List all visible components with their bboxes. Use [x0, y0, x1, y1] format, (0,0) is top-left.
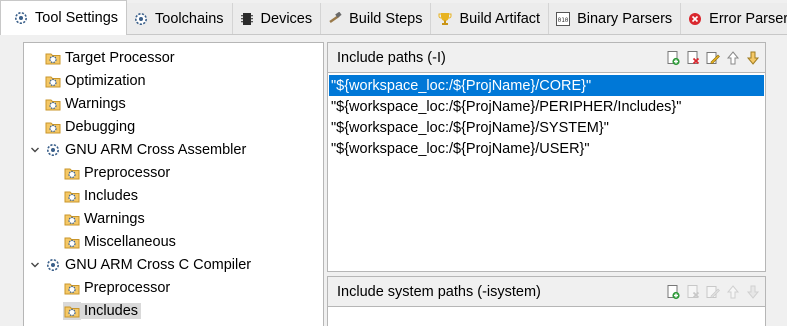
add-icon[interactable] [665, 50, 681, 66]
tree-item-asm-includes[interactable]: Includes [63, 185, 138, 207]
settings-folder-icon [63, 279, 81, 297]
tree-item-label: Warnings [84, 211, 145, 227]
delete-icon[interactable] [685, 284, 701, 300]
tree-item-c-includes[interactable]: Includes [63, 300, 142, 322]
tree-item-target-processor[interactable]: Target Processor [44, 47, 175, 69]
include-path-row[interactable]: "${workspace_loc:/${ProjName}/SYSTEM}" [329, 117, 764, 138]
tab-label: Devices [260, 10, 313, 27]
tab-build-steps[interactable]: Build Steps [321, 3, 432, 34]
add-icon[interactable] [665, 284, 681, 300]
delete-icon[interactable] [685, 50, 701, 66]
gear-icon [13, 10, 29, 26]
tree-item-gnu-arm-cross-assembler[interactable]: GNU ARM Cross Assembler [28, 139, 246, 161]
include-paths-panel: Include paths (-I) "${workspace_loc:/${P… [327, 42, 766, 272]
tab-build-artifact[interactable]: Build Artifact [431, 3, 550, 34]
include-paths-list: "${workspace_loc:/${ProjName}/CORE}" "${… [329, 75, 764, 159]
tab-error-parsers[interactable]: Error Parsers [681, 3, 787, 34]
include-system-paths-panel: Include system paths (-isystem) [327, 276, 766, 326]
include-paths-title: Include paths (-I) [337, 49, 446, 66]
tab-label: Build Steps [349, 10, 423, 27]
gear-icon [44, 141, 62, 159]
binary-icon: 010 [555, 11, 571, 27]
tab-strip: Tool Settings Toolchains Devices Build S… [0, 0, 787, 35]
settings-folder-icon [44, 72, 62, 90]
settings-folder-icon [63, 187, 81, 205]
tree-item-c-preprocessor[interactable]: Preprocessor [63, 277, 170, 299]
chevron-down-icon[interactable] [28, 143, 42, 157]
error-icon [687, 11, 703, 27]
tab-label: Binary Parsers [577, 10, 673, 27]
tab-binary-parsers[interactable]: 010 Binary Parsers [549, 3, 682, 34]
tree-item-label: GNU ARM Cross C Compiler [65, 257, 252, 273]
tree-item-label: Includes [84, 188, 139, 204]
settings-folder-icon [63, 302, 81, 320]
move-up-icon[interactable] [725, 284, 741, 300]
gear-icon [44, 256, 62, 274]
include-paths-toolbar [665, 50, 761, 66]
include-paths-header: Include paths (-I) [328, 43, 765, 73]
tool-settings-tree: Target Processor Optimization Warnings D… [23, 42, 324, 326]
move-down-icon[interactable] [745, 50, 761, 66]
settings-folder-icon [63, 164, 81, 182]
tree-item-label: GNU ARM Cross Assembler [65, 142, 247, 158]
tree-item-label: Preprocessor [84, 280, 171, 296]
include-path-row[interactable]: "${workspace_loc:/${ProjName}/PERIPHER/I… [329, 96, 764, 117]
tree-item-label: Target Processor [65, 50, 175, 66]
include-system-paths-header: Include system paths (-isystem) [328, 277, 765, 307]
trophy-icon [437, 11, 453, 27]
include-path-row[interactable]: "${workspace_loc:/${ProjName}/USER}" [329, 138, 764, 159]
tab-tool-settings[interactable]: Tool Settings [0, 0, 128, 35]
include-system-paths-toolbar [665, 284, 761, 300]
edit-icon[interactable] [705, 50, 721, 66]
settings-folder-icon [63, 233, 81, 251]
tab-toolchains[interactable]: Toolchains [127, 3, 233, 34]
settings-folder-icon [63, 210, 81, 228]
svg-text:010: 010 [558, 17, 569, 24]
chevron-down-icon[interactable] [28, 258, 42, 272]
tree-item-debugging[interactable]: Debugging [44, 116, 135, 138]
move-down-icon[interactable] [745, 284, 761, 300]
tree-item-label: Miscellaneous [84, 234, 176, 250]
move-up-icon[interactable] [725, 50, 741, 66]
tree-item-asm-preprocessor[interactable]: Preprocessor [63, 162, 170, 184]
tab-label: Error Parsers [709, 10, 787, 27]
tree-item-optimization[interactable]: Optimization [44, 70, 146, 92]
hammer-icon [327, 11, 343, 27]
tree-item-label: Optimization [65, 73, 146, 89]
tab-label: Build Artifact [459, 10, 541, 27]
tree-item-asm-miscellaneous[interactable]: Miscellaneous [63, 231, 176, 253]
settings-folder-icon [44, 95, 62, 113]
tree-item-asm-warnings[interactable]: Warnings [63, 208, 145, 230]
edit-icon[interactable] [705, 284, 721, 300]
tab-label: Tool Settings [35, 10, 119, 26]
gear-icon [133, 11, 149, 27]
settings-folder-icon [44, 118, 62, 136]
tree-item-label: Debugging [65, 119, 136, 135]
chip-icon [239, 11, 255, 27]
tree-item-label: Includes [81, 303, 142, 319]
tree-item-warnings[interactable]: Warnings [44, 93, 126, 115]
settings-folder-icon [44, 49, 62, 67]
tree-item-gnu-arm-cross-c-compiler[interactable]: GNU ARM Cross C Compiler [28, 254, 251, 276]
tab-label: Toolchains [155, 10, 224, 27]
include-path-row[interactable]: "${workspace_loc:/${ProjName}/CORE}" [329, 75, 764, 96]
tab-devices[interactable]: Devices [232, 3, 322, 34]
tree-item-label: Warnings [65, 96, 126, 112]
include-system-paths-title: Include system paths (-isystem) [337, 283, 541, 300]
tree-item-label: Preprocessor [84, 165, 171, 181]
